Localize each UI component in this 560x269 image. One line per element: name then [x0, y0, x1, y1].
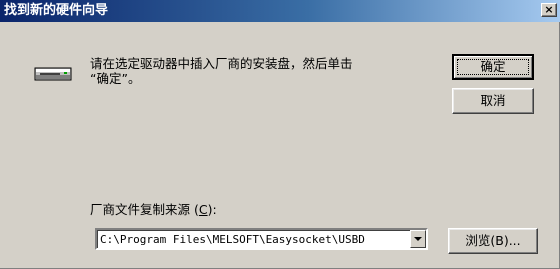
- cancel-button[interactable]: 取消: [452, 88, 534, 114]
- window-title: 找到新的硬件向导: [4, 3, 109, 18]
- focus-rect: [457, 59, 529, 75]
- ok-button[interactable]: 确定: [452, 54, 534, 80]
- browse-button-label: 浏览(B)...: [465, 233, 521, 248]
- cancel-button-label: 取消: [480, 93, 506, 108]
- source-label-accesskey: C: [198, 202, 208, 217]
- title-bar: 找到新的硬件向导 ×: [0, 0, 560, 22]
- source-path-combobox[interactable]: C:\Program Files\MELSOFT\Easysocket\USBD: [95, 228, 428, 250]
- chevron-down-icon[interactable]: [410, 230, 426, 248]
- hardware-wizard-dialog: 找到新的硬件向导 × 请在选定驱动器中插入厂商的安装盘，然后单击 “确定”。 确…: [0, 0, 560, 269]
- source-path-value[interactable]: C:\Program Files\MELSOFT\Easysocket\USBD: [100, 232, 410, 248]
- source-label-suffix: ):: [207, 202, 217, 217]
- source-label: 厂商文件复制来源 (C):: [90, 199, 217, 218]
- instruction-text: 请在选定驱动器中插入厂商的安装盘，然后单击 “确定”。: [90, 56, 353, 86]
- browse-button[interactable]: 浏览(B)...: [448, 228, 538, 254]
- source-label-prefix: 厂商文件复制来源 (: [90, 202, 199, 217]
- close-icon[interactable]: ×: [541, 3, 557, 17]
- drive-icon: [34, 67, 72, 81]
